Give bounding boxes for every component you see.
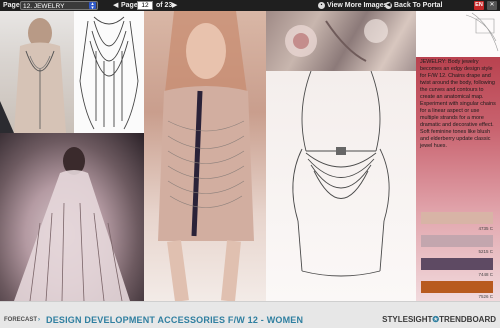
swatch-code-1: 4735 C [478, 226, 493, 231]
photo-chain-necklace-illustration [266, 71, 416, 301]
photo-model-body-chain [0, 11, 74, 133]
swatch-code-3: 7448 C [478, 272, 493, 277]
board-title: DESIGN DEVELOPMENT ACCESSORIES F/W 12 - … [46, 315, 304, 325]
camera-icon: ▪ [318, 1, 325, 9]
view-more-label: View More Images [327, 2, 388, 9]
color-swatch-3 [421, 258, 493, 270]
language-badge[interactable]: EN [474, 1, 484, 10]
footer-bar: FORECAST › DESIGN DEVELOPMENT ACCESSORIE… [0, 301, 500, 328]
back-to-portal-label: Back To Portal [394, 2, 443, 9]
prev-page-button[interactable]: ◀ [113, 0, 118, 11]
top-toolbar: Page: 12. JEWELRY ▴ ▾ ◀ Page: 12 of 23 ▶ … [0, 0, 500, 11]
photo-sketch-detail [416, 11, 500, 57]
back-to-portal-button[interactable]: ◀ Back To Portal [385, 0, 443, 11]
photo-model-chain-top [144, 11, 266, 301]
color-swatch-1 [421, 212, 493, 224]
section-select-value: 12. JEWELRY [23, 3, 65, 10]
chevron-right-icon: › [38, 317, 40, 323]
swatch-code-2: 5215 C [478, 249, 493, 254]
view-more-images-button[interactable]: ▪ View More Images [318, 0, 388, 11]
forecast-label: FORECAST [4, 317, 37, 323]
page-count: of 23 [156, 2, 173, 9]
next-page-button[interactable]: ▶ [172, 0, 177, 11]
stylesight-logo: STYLESIGHT✪TRENDBOARD [382, 315, 496, 324]
section-select[interactable]: 12. JEWELRY ▴ ▾ [20, 1, 98, 11]
arrow-back-icon: ◀ [385, 1, 392, 9]
photo-floral-texture [266, 11, 416, 71]
trend-description: JEWELRY: Body jewelry becomes an edgy de… [420, 59, 496, 149]
color-swatch-4 [421, 281, 493, 293]
close-icon[interactable]: ✕ [487, 1, 497, 10]
select-arrows-icon: ▴ ▾ [89, 2, 96, 11]
photo-draped-fringe-look [0, 133, 144, 301]
color-swatch-2 [421, 235, 493, 247]
photo-chain-harness-sketch [74, 11, 144, 133]
swatch-code-4: 7526 C [478, 294, 493, 299]
page-number-input[interactable]: 12 [137, 1, 153, 10]
